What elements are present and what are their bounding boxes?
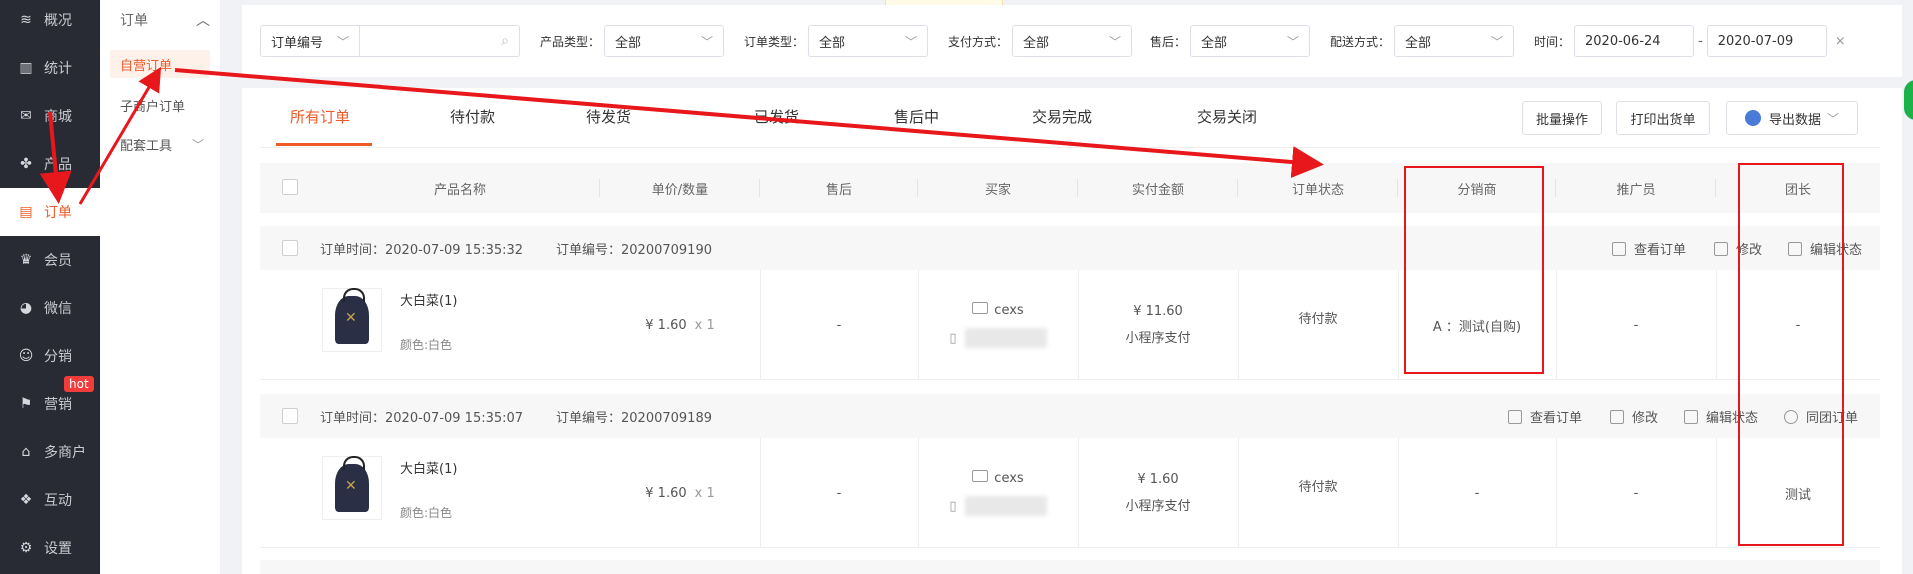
arrow-to-order-nav [39, 111, 72, 204]
arrow-to-self-orders [78, 66, 162, 205]
annotation-arrows [39, 66, 1324, 205]
arrow-to-columns [174, 68, 1324, 178]
